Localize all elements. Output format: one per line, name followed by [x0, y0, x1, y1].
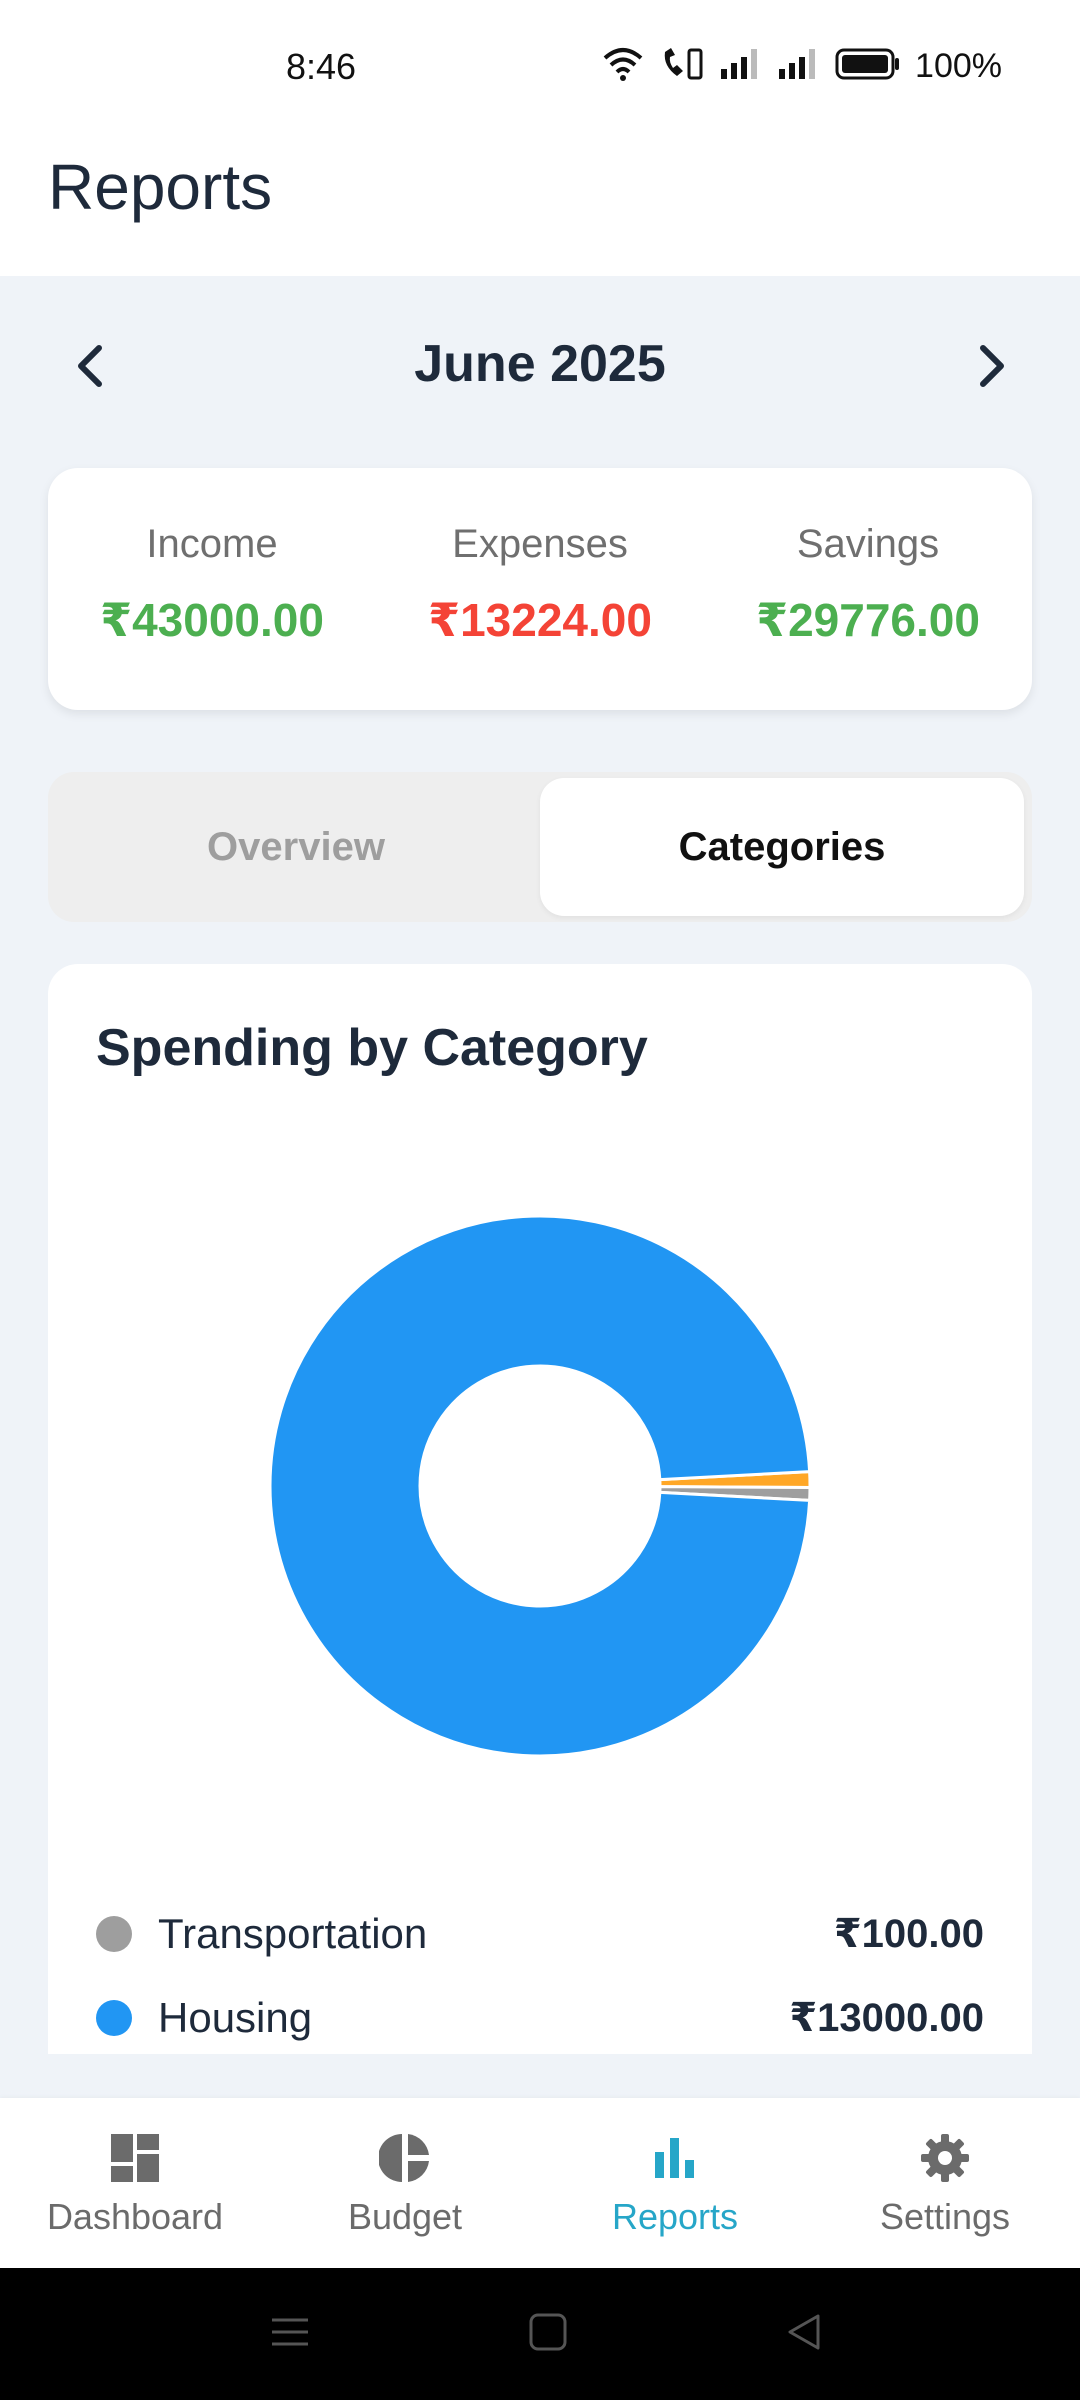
savings-label: Savings — [796, 522, 940, 566]
menu-icon[interactable] — [270, 2312, 310, 2352]
nav-budget[interactable]: Budget — [270, 2098, 540, 2268]
month-navigator: June 2025 — [0, 320, 1080, 410]
nav-dashboard[interactable]: Dashboard — [0, 2098, 270, 2268]
nav-label-budget: Budget — [347, 2196, 463, 2237]
status-time: 8:46 — [286, 46, 357, 87]
battery-icon — [835, 48, 901, 85]
nav-label-settings: Settings — [879, 2196, 1011, 2237]
pie-chart-icon — [379, 2134, 429, 2182]
legend-amount: ₹100.00 — [833, 1912, 984, 1956]
expenses-label: Expenses — [452, 522, 628, 566]
tab-overview[interactable]: Overview — [54, 778, 538, 916]
wifi-icon — [601, 46, 645, 87]
summary-card: Income ₹43000.00 Expenses ₹13224.00 Savi… — [48, 468, 1032, 710]
home-icon[interactable] — [528, 2312, 568, 2352]
donut-chart — [268, 1214, 812, 1758]
bottom-navigation: Dashboard Budget Reports Settings — [0, 2098, 1080, 2268]
nav-settings[interactable]: Settings — [810, 2098, 1080, 2268]
app-bar: Reports — [0, 138, 1080, 276]
wifi-calling-icon — [659, 46, 705, 87]
expenses-value: ₹13224.00 — [428, 594, 652, 646]
legend-item-housing: Housing ₹13000.00 — [96, 1988, 984, 2048]
savings-summary: Savings ₹29776.00 — [704, 468, 1032, 710]
chart-title: Spending by Category — [96, 1019, 648, 1077]
legend-item-transportation: Transportation ₹100.00 — [96, 1904, 984, 1964]
battery-percentage: 100% — [915, 46, 1002, 85]
legend-dot — [96, 1916, 132, 1952]
status-icons: 100% — [601, 44, 1002, 88]
nav-label-reports: Reports — [611, 2196, 739, 2237]
bar-chart-icon — [655, 2138, 694, 2178]
income-value: ₹43000.00 — [100, 594, 324, 646]
back-icon[interactable] — [784, 2312, 824, 2352]
gear-icon — [921, 2134, 969, 2182]
month-label: June 2025 — [414, 335, 666, 393]
legend-name: Housing — [158, 1994, 313, 2041]
page-title: Reports — [48, 151, 273, 223]
signal-icon-2 — [777, 47, 821, 86]
income-label: Income — [146, 522, 278, 566]
signal-icon — [719, 47, 763, 86]
legend-amount: ₹13000.00 — [789, 1996, 984, 2040]
nav-label-dashboard: Dashboard — [46, 2196, 224, 2237]
legend-dot — [96, 2000, 132, 2036]
chevron-right-icon — [980, 345, 1004, 387]
expenses-summary: Expenses ₹13224.00 — [376, 468, 704, 710]
nav-reports[interactable]: Reports — [540, 2098, 810, 2268]
system-navigation-bar — [0, 2268, 1080, 2400]
dashboard-icon — [111, 2134, 159, 2182]
spending-chart-card: Spending by Category Transportation ₹100… — [48, 964, 1032, 2054]
tab-categories[interactable]: Categories — [540, 778, 1024, 916]
savings-value: ₹29776.00 — [756, 594, 980, 646]
status-bar: 8:46 100% — [0, 0, 1080, 138]
legend-name: Transportation — [158, 1910, 428, 1957]
next-month-button[interactable] — [962, 336, 1022, 396]
income-summary: Income ₹43000.00 — [48, 468, 376, 710]
report-tabs: Overview Categories — [48, 772, 1032, 922]
